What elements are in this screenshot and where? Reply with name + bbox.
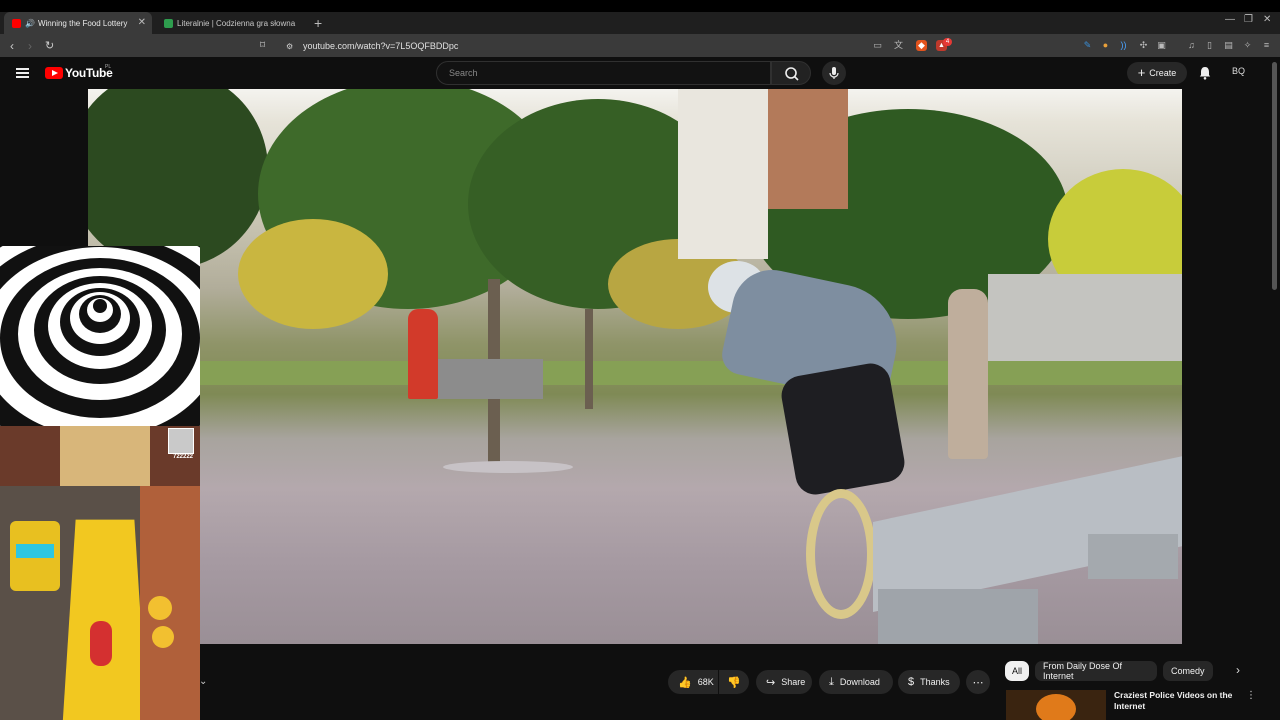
forward-icon[interactable]: › xyxy=(28,40,32,52)
thumbs-down-icon: 👎 xyxy=(727,676,741,689)
tab-winning-food-lottery[interactable]: 🔊 Winning the Food Lottery ✕ xyxy=(4,12,152,34)
extension-audio-icon[interactable]: )) xyxy=(1118,40,1129,51)
search-input[interactable] xyxy=(447,66,747,80)
chevron-right-icon[interactable]: › xyxy=(1236,663,1240,677)
thumbs-up-icon: 👍 xyxy=(678,676,692,689)
create-label: Create xyxy=(1149,68,1177,78)
top-strip xyxy=(0,0,1280,12)
voice-search-button[interactable] xyxy=(822,61,846,85)
page-scrollbar[interactable] xyxy=(1272,62,1277,290)
chip-comedy[interactable]: Comedy xyxy=(1163,661,1213,681)
sidebar-icon[interactable]: ▯ xyxy=(1204,40,1215,51)
like-button[interactable]: 👍 68K xyxy=(668,670,718,694)
game-score: 722222 xyxy=(172,454,194,460)
spiral-pattern xyxy=(0,246,200,426)
screenshot-icon[interactable]: ▣ xyxy=(1156,40,1167,51)
download-button[interactable]: ⤓ Download xyxy=(819,670,893,694)
minimize-icon[interactable]: — xyxy=(1225,14,1235,25)
search-icon xyxy=(785,67,799,81)
literalnie-favicon-icon xyxy=(164,18,173,28)
maximize-icon[interactable]: ❐ xyxy=(1244,14,1253,25)
youtube-favicon-icon xyxy=(12,18,21,28)
chip-daily-dose[interactable]: From Daily Dose Of Internet xyxy=(1035,661,1157,681)
download-label: Download xyxy=(839,677,880,687)
extension-orange-icon[interactable]: ● xyxy=(1100,40,1111,51)
chip-all[interactable]: All xyxy=(1005,661,1029,681)
rewards-badge: 4 xyxy=(943,38,952,46)
guide-menu-icon[interactable] xyxy=(16,68,29,78)
recommendation-thumbnail[interactable] xyxy=(1006,690,1106,720)
leo-ai-icon[interactable]: ✧ xyxy=(1242,40,1253,51)
cast-icon[interactable]: ▭ xyxy=(872,40,883,51)
share-label: Share xyxy=(781,677,806,687)
url-field[interactable]: youtube.com/watch?v=7L5OQFBDDpc xyxy=(303,41,458,51)
download-icon: ⤓ xyxy=(829,675,834,688)
extensions-puzzle-icon[interactable]: ✣ xyxy=(1138,40,1149,51)
site-info-icon[interactable]: ⚙ xyxy=(286,41,293,53)
search-box[interactable] xyxy=(436,61,771,85)
hypnotic-spiral-overlay xyxy=(0,246,200,426)
back-icon[interactable]: ‹ xyxy=(10,40,14,52)
thanks-label: Thanks xyxy=(920,677,950,687)
video-player[interactable] xyxy=(88,89,1182,644)
bookmark-icon[interactable]: ⌑ xyxy=(260,40,265,52)
thanks-button[interactable]: $ Thanks xyxy=(898,670,960,694)
close-tab-icon[interactable]: ✕ xyxy=(138,17,146,28)
microphone-icon xyxy=(829,67,839,79)
more-horizontal-icon: ⋯ xyxy=(972,676,984,689)
translate-icon[interactable]: 文 xyxy=(893,40,904,51)
thanks-icon: $ xyxy=(908,676,915,688)
share-icon: ↪ xyxy=(766,676,776,689)
brave-shield-icon[interactable]: ◆ xyxy=(916,40,927,51)
menu-icon[interactable]: ≡ xyxy=(1261,40,1272,51)
media-icon[interactable]: ♫ xyxy=(1186,40,1197,51)
more-vertical-icon[interactable]: ⋮ xyxy=(1246,690,1256,701)
chevron-down-icon[interactable]: ⌄ xyxy=(199,676,207,687)
tab-strip: 🔊 Winning the Food Lottery ✕ Literalnie … xyxy=(0,12,1280,34)
subway-game-overlay: 722222 xyxy=(0,426,200,720)
avatar[interactable]: BQ xyxy=(1232,66,1245,76)
close-window-icon[interactable]: ✕ xyxy=(1263,14,1271,25)
tab-title: Winning the Food Lottery xyxy=(37,18,128,28)
extension-translate-icon[interactable]: ✎ xyxy=(1082,40,1093,51)
youtube-logo-icon[interactable] xyxy=(45,67,63,79)
more-actions-button[interactable]: ⋯ xyxy=(966,670,990,694)
reload-icon[interactable]: ↻ xyxy=(45,40,54,52)
tab-literalnie[interactable]: Literalnie | Codzienna gra słowna xyxy=(156,12,306,34)
wallet-icon[interactable]: ▤ xyxy=(1223,40,1234,51)
speaker-icon: 🔊 xyxy=(25,18,35,28)
notifications-bell-icon[interactable] xyxy=(1199,66,1211,80)
new-tab-icon[interactable]: + xyxy=(314,14,322,32)
tab-title: Literalnie | Codzienna gra słowna xyxy=(177,18,296,28)
player-avatar-icon xyxy=(168,428,194,454)
video-scene xyxy=(88,89,268,269)
recommendation-title[interactable]: Craziest Police Videos on the Internet xyxy=(1114,690,1234,712)
plus-icon: + xyxy=(1137,65,1146,80)
search-button[interactable] xyxy=(771,61,811,85)
country-code: PL xyxy=(105,64,112,70)
create-button[interactable]: + Create xyxy=(1127,62,1187,84)
dislike-button[interactable]: 👎 xyxy=(719,670,749,694)
like-count: 68K xyxy=(697,677,714,687)
share-button[interactable]: ↪ Share xyxy=(756,670,812,694)
